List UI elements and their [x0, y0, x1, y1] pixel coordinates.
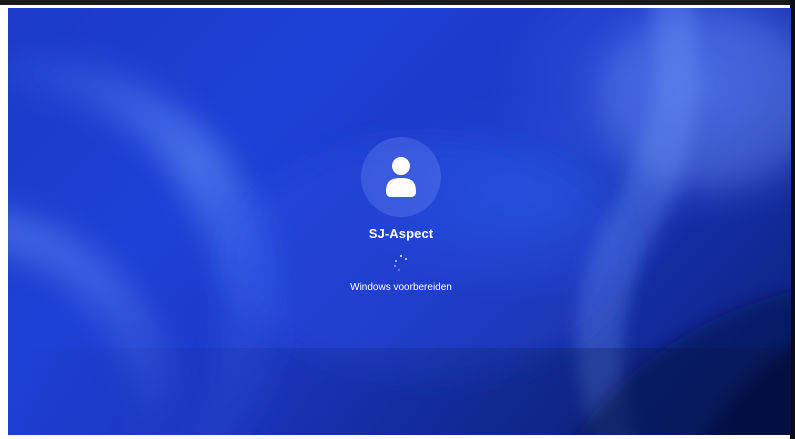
user-icon: [386, 157, 416, 197]
top-border: [0, 0, 795, 5]
loading-spinner-icon: [391, 253, 411, 273]
lock-screen-background: SJ-Aspect Windows voorbereiden: [8, 8, 791, 435]
status-text: Windows voorbereiden: [350, 282, 452, 293]
username-label: SJ-Aspect: [368, 226, 434, 241]
wallpaper-waves: [8, 8, 791, 435]
user-avatar[interactable]: [361, 137, 441, 217]
screenshot-frame: SJ-Aspect Windows voorbereiden: [0, 0, 795, 439]
